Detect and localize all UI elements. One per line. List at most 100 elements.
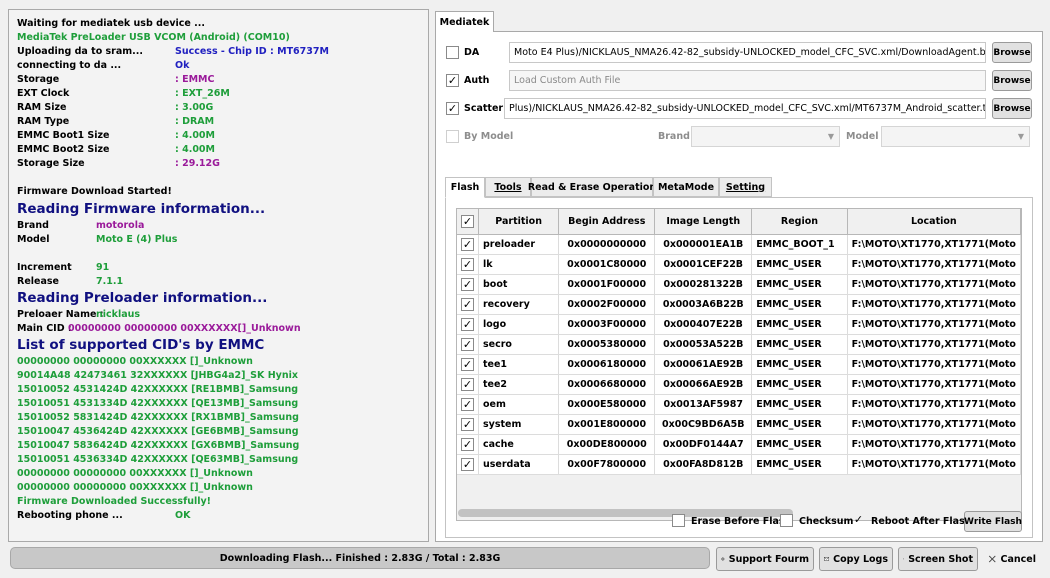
cell-length: 0x00061AE92B — [654, 354, 753, 375]
table-row[interactable]: ✓ recovery 0x0002F00000 0x0003A6B22B EMMC_US… — [457, 294, 1021, 315]
column-header[interactable]: Begin Address — [558, 209, 656, 235]
table-row[interactable]: ✓ preloader 0x0000000000 0x000001EA1B EMMC_B… — [457, 234, 1021, 255]
row-checkbox[interactable]: ✓ — [461, 237, 474, 251]
tab-setting[interactable]: Setting — [719, 177, 772, 197]
info-label: RAM Type — [17, 116, 70, 127]
brand-dropdown[interactable]: ▼ — [691, 126, 840, 147]
scatter-path-field[interactable]: Plus)/NICKLAUS_NMA26.42-82_subsidy-UNLOC… — [504, 98, 986, 119]
table-row[interactable]: ✓ logo 0x0003F00000 0x000407E22B EMMC_USER F:… — [457, 314, 1021, 335]
auth-checkbox[interactable]: ✓ — [446, 74, 459, 87]
save-icon — [903, 558, 905, 560]
copy-logs-button[interactable]: Copy Logs — [819, 547, 893, 571]
cell-region: EMMC_USER — [751, 454, 848, 475]
tab-read-erase[interactable]: Read & Erase Operation — [528, 177, 656, 197]
select-all-cell[interactable]: ✓ — [457, 209, 479, 235]
cell-begin: 0x0000000000 — [558, 234, 656, 255]
write-flash-button[interactable]: Write Flash — [964, 511, 1022, 532]
column-header[interactable]: Partition — [478, 209, 560, 235]
row-check-cell[interactable]: ✓ — [457, 314, 479, 335]
row-checkbox[interactable]: ✓ — [461, 277, 474, 291]
log-value: OK — [175, 510, 191, 521]
info-label: Storage — [17, 74, 60, 85]
cell-region: EMMC_USER — [751, 334, 848, 355]
row-checkbox[interactable]: ✓ — [461, 457, 474, 471]
da-browse-button[interactable]: Browse — [992, 42, 1032, 63]
da-path-field[interactable]: Moto E4 Plus)/NICKLAUS_NMA26.42-82_subsi… — [509, 42, 986, 63]
row-check-cell[interactable]: ✓ — [457, 274, 479, 295]
row-check-cell[interactable]: ✓ — [457, 414, 479, 435]
row-check-cell[interactable]: ✓ — [457, 374, 479, 395]
model-dropdown[interactable]: ▼ — [881, 126, 1030, 147]
row-checkbox[interactable]: ✓ — [461, 377, 474, 391]
cancel-button[interactable]: Cancel — [983, 547, 1041, 571]
table-row[interactable]: ✓ cache 0x00DE800000 0x00DF0144A7 EMMC_USER F… — [457, 434, 1021, 455]
section-heading: List of supported CID's by EMMC — [17, 337, 265, 353]
scatter-browse-button[interactable]: Browse — [992, 98, 1032, 119]
select-all-checkbox[interactable]: ✓ — [461, 214, 474, 228]
erase-before-checkbox[interactable] — [672, 514, 685, 527]
column-header[interactable]: Image Length — [654, 209, 753, 235]
cid-line: 15010047 4536424D 42XXXXXX [GE6BMB]_Sams… — [17, 426, 299, 437]
row-check-cell[interactable]: ✓ — [457, 334, 479, 355]
row-checkbox[interactable]: ✓ — [461, 397, 474, 411]
close-icon — [988, 555, 996, 563]
log-value: Success - Chip ID : MT6737M — [175, 46, 329, 57]
row-check-cell[interactable]: ✓ — [457, 354, 479, 375]
row-checkbox[interactable]: ✓ — [461, 417, 474, 431]
row-checkbox[interactable]: ✓ — [461, 297, 474, 311]
cell-length: 0x00DF0144A7 — [654, 434, 753, 455]
row-check-cell[interactable]: ✓ — [457, 254, 479, 275]
row-checkbox[interactable]: ✓ — [461, 317, 474, 331]
table-row[interactable]: ✓ userdata 0x00F7800000 0x00FA8D812B EMMC_US… — [457, 454, 1021, 475]
row-check-cell[interactable]: ✓ — [457, 294, 479, 315]
column-header[interactable]: Region — [751, 209, 848, 235]
log-label: Model — [17, 234, 50, 245]
table-row[interactable]: ✓ tee2 0x0006680000 0x00066AE92B EMMC_USER F:… — [457, 374, 1021, 395]
reboot-after-checkbox[interactable]: ✓ — [852, 514, 865, 527]
row-checkbox[interactable]: ✓ — [461, 337, 474, 351]
tab-mediatek[interactable]: Mediatek — [435, 11, 494, 32]
auth-path-field[interactable]: Load Custom Auth File — [509, 70, 986, 91]
row-checkbox[interactable]: ✓ — [461, 257, 474, 271]
row-check-cell[interactable]: ✓ — [457, 394, 479, 415]
status-bar: Downloading Flash... Finished : 2.83G / … — [10, 547, 710, 569]
screenshot-button[interactable]: Screen Shot — [898, 547, 978, 571]
row-checkbox[interactable]: ✓ — [461, 437, 474, 451]
table-row[interactable]: ✓ system 0x001E800000 0x00C9BD6A5B EMMC_USER… — [457, 414, 1021, 435]
cell-region: EMMC_USER — [751, 394, 848, 415]
row-check-cell[interactable]: ✓ — [457, 454, 479, 475]
row-checkbox[interactable]: ✓ — [461, 357, 474, 371]
support-forum-label: Support Fourm — [728, 553, 809, 565]
tab-metamode[interactable]: MetaMode — [653, 177, 719, 197]
cell-partition: secro — [478, 334, 560, 355]
tab-tools[interactable]: Tools — [485, 177, 531, 197]
cid-line: 15010051 4536334D 42XXXXXX [QE63MB]_Sams… — [17, 454, 299, 465]
by-model-checkbox[interactable] — [446, 130, 459, 143]
cell-location: F:\MOTO\XT1770,XT1771(Moto — [847, 374, 1021, 395]
checksum-checkbox[interactable] — [780, 514, 793, 527]
row-check-cell[interactable]: ✓ — [457, 234, 479, 255]
log-value: Moto E (4) Plus — [96, 234, 178, 245]
cell-region: EMMC_BOOT_1 — [751, 234, 848, 255]
table-row[interactable]: ✓ lk 0x0001C80000 0x0001CEF22B EMMC_USER F:\M… — [457, 254, 1021, 275]
scatter-checkbox[interactable]: ✓ — [446, 102, 459, 115]
table-row[interactable]: ✓ secro 0x0005380000 0x00053A522B EMMC_USER F… — [457, 334, 1021, 355]
cell-partition: tee1 — [478, 354, 560, 375]
chevron-down-icon: ▼ — [1017, 132, 1024, 141]
log-line: Firmware Download Started! — [17, 186, 172, 197]
table-row[interactable]: ✓ oem 0x000E580000 0x0013AF5987 EMMC_USER F:\… — [457, 394, 1021, 415]
log-panel[interactable]: Waiting for mediatek usb device ... Medi… — [8, 9, 429, 542]
support-forum-button[interactable]: Support Fourm — [716, 547, 814, 571]
cid-line: 00000000 00000000 00XXXXXX []_Unknown — [17, 468, 253, 479]
row-check-cell[interactable]: ✓ — [457, 434, 479, 455]
table-row[interactable]: ✓ boot 0x0001F00000 0x000281322B EMMC_USER F:… — [457, 274, 1021, 295]
table-row[interactable]: ✓ tee1 0x0006180000 0x00061AE92B EMMC_USER F:… — [457, 354, 1021, 375]
column-header[interactable]: Location — [847, 209, 1021, 235]
cell-begin: 0x00DE800000 — [558, 434, 656, 455]
auth-browse-button[interactable]: Browse — [992, 70, 1032, 91]
cell-length: 0x00C9BD6A5B — [654, 414, 753, 435]
cell-region: EMMC_USER — [751, 254, 848, 275]
tab-flash[interactable]: Flash — [445, 177, 485, 198]
cell-length: 0x0013AF5987 — [654, 394, 753, 415]
da-checkbox[interactable] — [446, 46, 459, 59]
